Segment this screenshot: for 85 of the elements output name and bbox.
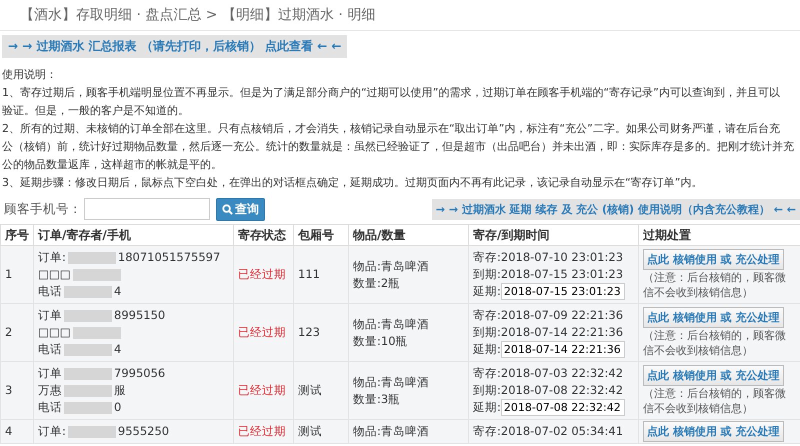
note-text: （注意：后台核销的，顾客微信不会收到核销信息） <box>643 328 787 358</box>
breadcrumb[interactable]: 【酒水】存取明细 · 盘点汇总 > 【明细】过期酒水 · 明细 <box>20 6 376 24</box>
redeem-button[interactable]: 点此 核销使用 或 充公处理 <box>643 421 784 442</box>
goods-quantity: 数量:10瓶 <box>353 334 408 348</box>
redaction-block <box>64 384 112 397</box>
phone-label: 顾客手机号： <box>3 200 82 218</box>
order-number: 8995150 <box>114 308 166 322</box>
phone-number: 4 <box>114 342 122 356</box>
extend-label: 延期: <box>473 400 501 414</box>
phone-input[interactable] <box>84 198 210 220</box>
goods-name: 物品:青岛啤酒 <box>353 424 429 438</box>
search-icon <box>222 204 233 214</box>
deposit-time: 寄存:2018-07-09 22:21:36 <box>473 308 624 322</box>
row-number: 3 <box>5 383 12 397</box>
column-header: 序号 <box>0 224 34 246</box>
column-header: 订单/寄存者/手机 <box>34 224 234 246</box>
order-label: 订单: <box>38 250 66 264</box>
instruction-line: 验证。但是，一般的客户是不知道的。 <box>2 103 190 119</box>
column-header: 寄存/到期时间 <box>468 224 638 246</box>
extend-label: 延期: <box>473 342 501 356</box>
instruction-line: 3、延期步骤：修改日期后，鼠标点下空白处，在弹出的对话框点确定，延期成功。过期页面内不再有此记录，该记录自动显示在“寄存订单”内。 <box>2 175 704 191</box>
customer-name: 万惠 <box>38 383 62 397</box>
redaction-block <box>64 286 112 298</box>
column-header: 物品/数量 <box>348 224 468 246</box>
expiry-time: 到期:2018-07-14 22:21:36 <box>473 325 624 339</box>
phone-number: 0 <box>114 400 122 414</box>
room-number: 测试 <box>298 424 322 438</box>
row-number: 2 <box>5 325 12 339</box>
redeem-button[interactable]: 点此 核销使用 或 充公处理 <box>643 365 784 386</box>
instruction-line: 公的物品数量返库，这样超市的帐就是平的。 <box>2 157 223 173</box>
status-text: 已经过期 <box>238 267 286 281</box>
room-number: 111 <box>298 267 320 281</box>
goods-name: 物品:青岛啤酒 <box>353 374 429 388</box>
status-text: 已经过期 <box>238 325 286 339</box>
help-link[interactable]: → → 过期酒水 延期 续存 及 充公 (核销) 使用说明（内含充公教程） ← ← <box>432 198 800 220</box>
row-number: 4 <box>5 424 12 438</box>
phone-label: 电话 <box>38 284 62 298</box>
goods-name: 物品:青岛啤酒 <box>353 316 429 330</box>
redaction-block <box>64 402 112 414</box>
order-number: 9555250 <box>118 424 170 438</box>
redaction-block <box>72 268 121 281</box>
goods-quantity: 数量:3瓶 <box>353 392 400 406</box>
redaction-block <box>72 326 121 339</box>
room-number: 测试 <box>298 383 322 397</box>
instructions-title: 使用说明： <box>2 67 58 83</box>
status-text: 已经过期 <box>238 424 286 438</box>
report-link[interactable]: → → 过期酒水 汇总报表 （请先打印，后核销） 点此查看 ← ← <box>2 35 348 58</box>
room-number: 123 <box>298 325 320 339</box>
row-number: 1 <box>5 267 12 281</box>
customer-name: 服 <box>114 383 126 397</box>
redeem-button[interactable]: 点此 核销使用 或 充公处理 <box>643 307 784 328</box>
expiry-time: 到期:2018-07-15 23:01:23 <box>473 267 624 281</box>
customer-name: □□□ <box>38 267 71 281</box>
extend-date-field[interactable]: 2018-07-08 22:32:42 <box>500 399 625 416</box>
goods-name: 物品:青岛啤酒 <box>353 258 429 272</box>
order-label: 订单 <box>38 366 62 380</box>
instruction-line: 1、寄存过期后，顾客手机端明显位置不再显示。但是为了满足部分商户的“过期可以使用”的需求，过期订单在顾客手机端的“寄存记录”内可以查询到，并且可以 <box>2 85 781 101</box>
order-label: 订单 <box>38 308 62 322</box>
note-text: （注意：后台核销的，顾客微信不会收到核销信息） <box>643 386 787 416</box>
deposit-time: 寄存:2018-07-02 05:34:41 <box>473 424 624 438</box>
extend-label: 延期: <box>473 284 501 298</box>
phone-label: 电话 <box>38 342 62 356</box>
status-text: 已经过期 <box>238 383 286 397</box>
redaction-block <box>68 426 116 438</box>
search-button[interactable]: 查询 <box>216 198 265 220</box>
order-label: 订单: <box>38 424 66 438</box>
note-text: （注意：后台核销的，顾客微信不会收到核销信息） <box>643 270 787 300</box>
order-number: 18071051575597 <box>118 250 220 264</box>
expiry-time: 到期:2018-07-08 22:32:42 <box>473 383 624 397</box>
deposit-time: 寄存:2018-07-03 22:32:42 <box>473 366 624 380</box>
extend-date-field[interactable]: 2018-07-14 22:21:36 <box>500 341 625 358</box>
phone-number: 4 <box>114 284 122 298</box>
redeem-button[interactable]: 点此 核销使用 或 充公处理 <box>643 249 784 270</box>
deposit-time: 寄存:2018-07-10 23:01:23 <box>473 250 624 264</box>
extend-date-field[interactable]: 2018-07-15 23:01:23 <box>500 283 625 300</box>
redaction-block <box>64 344 112 356</box>
order-number: 7995056 <box>114 366 166 380</box>
customer-name: □□□ <box>38 325 71 339</box>
redaction-block <box>64 368 112 380</box>
redaction-block <box>68 252 116 264</box>
instruction-line: 公（核销）前，统计好过期物品数量，然后逐一充公。统计的数量就是：虽然已经验证了，但是超市（出品吧台）并未出酒，即：实际库存是多的。把刚才统计并充 <box>2 139 795 155</box>
goods-quantity: 数量:2瓶 <box>353 276 400 290</box>
instruction-line: 2、所有的过期、未核销的订单全部在这里。只有点核销后，才会消失，核销记录自动显示在“取出订单”内，标注有“充公”二字。如果公司财务严谨，请在后台充 <box>2 121 781 137</box>
phone-label: 电话 <box>38 400 62 414</box>
redaction-block <box>64 310 112 322</box>
